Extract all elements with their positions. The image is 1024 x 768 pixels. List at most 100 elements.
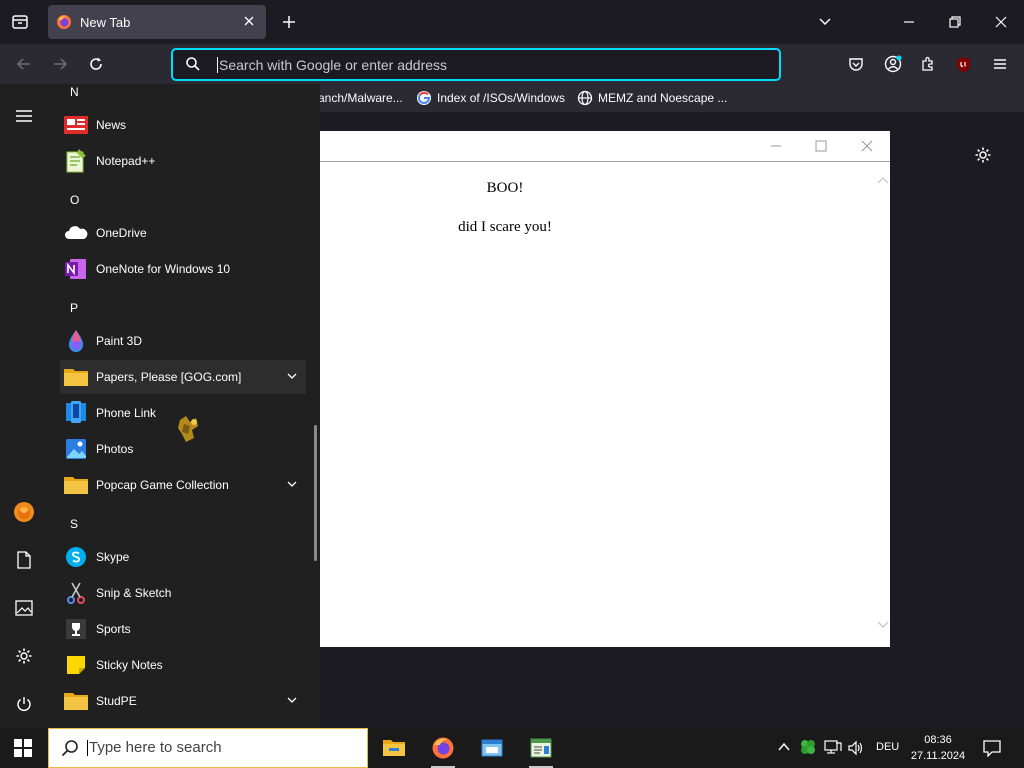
scroll-up-icon[interactable]	[877, 176, 889, 186]
app-label: Popcap Game Collection	[96, 478, 229, 492]
app-label: Phone Link	[96, 406, 157, 420]
search-icon	[61, 739, 79, 757]
network-icon[interactable]	[824, 739, 842, 755]
gear-icon[interactable]	[974, 146, 992, 164]
power-icon[interactable]	[12, 692, 36, 716]
user-avatar[interactable]	[12, 500, 36, 524]
app-snip-sketch[interactable]: Snip & Sketch	[60, 576, 306, 610]
scare-text: did I scare you!	[458, 219, 552, 235]
taskbar-file-explorer[interactable]	[372, 728, 416, 768]
hamburger-menu-icon[interactable]	[992, 56, 1008, 72]
windows-start-icon[interactable]	[14, 739, 32, 757]
app-label: OneDrive	[96, 226, 147, 240]
taskbar-notepad-window[interactable]	[519, 728, 563, 768]
chevron-down-icon[interactable]	[286, 694, 298, 706]
photos-icon	[64, 437, 88, 461]
popup-body: BOO! did I scare you!	[300, 162, 875, 647]
forward-arrow-icon[interactable]	[52, 56, 68, 72]
app-label: OneNote for Windows 10	[96, 262, 231, 276]
snip-sketch-scissors-icon	[64, 581, 88, 605]
google-icon	[416, 90, 432, 106]
taskbar-search-input[interactable]: Type here to search	[87, 740, 222, 756]
start-menu: N O P S News Notepad++ OneDrive OneNote …	[0, 84, 320, 728]
chevron-down-icon[interactable]	[286, 478, 298, 490]
scroll-down-icon[interactable]	[877, 619, 889, 629]
close-tab-icon[interactable]	[242, 14, 256, 28]
pocket-icon[interactable]	[848, 56, 864, 72]
tray-app-icon[interactable]	[800, 739, 816, 755]
notifications-icon[interactable]	[983, 739, 1001, 757]
settings-gear-icon[interactable]	[12, 644, 36, 668]
news-icon	[64, 113, 88, 137]
close-window-icon[interactable]	[994, 15, 1008, 29]
list-tabs-chevron-icon[interactable]	[818, 15, 832, 29]
reload-icon[interactable]	[88, 56, 104, 72]
onedrive-cloud-icon	[64, 221, 88, 245]
onenote-icon	[64, 257, 88, 281]
app-sports[interactable]: Sports	[60, 612, 306, 646]
app-label: Snip & Sketch	[96, 586, 172, 600]
folder-icon	[64, 689, 88, 713]
bookmark-item[interactable]: MEMZ and Noescape ...	[577, 84, 727, 112]
url-input[interactable]: Search with Google or enter address	[217, 57, 447, 73]
app-label: Skype	[96, 550, 130, 564]
new-tab-plus-icon[interactable]	[281, 14, 297, 30]
letter-header-s[interactable]: S	[70, 517, 78, 531]
firefox-logo-icon	[431, 736, 455, 760]
app-paint-3d[interactable]: Paint 3D	[60, 324, 306, 358]
firefox-view-icon[interactable]	[10, 12, 30, 32]
notepad-window-icon	[530, 738, 552, 758]
trophy-icon	[64, 617, 88, 641]
letter-header-o[interactable]: O	[70, 193, 79, 207]
bookmark-label: ranch/Malware...	[314, 91, 403, 105]
app-sticky-notes[interactable]: Sticky Notes	[60, 648, 306, 682]
letter-header-p[interactable]: P	[70, 301, 78, 315]
skype-icon	[64, 545, 88, 569]
clock-date: 27.11.2024	[910, 750, 966, 762]
app-onenote[interactable]: OneNote for Windows 10	[60, 252, 306, 286]
popup-scrollbar[interactable]	[875, 162, 890, 647]
app-folder-papers-please[interactable]: Papers, Please [GOG.com]	[60, 360, 306, 394]
app-skype[interactable]: Skype	[60, 540, 306, 574]
minimize-window-icon[interactable]	[902, 15, 916, 29]
search-icon	[185, 56, 201, 72]
app-folder-studpe[interactable]: StudPE	[60, 684, 306, 718]
app-notepad-plus-plus[interactable]: Notepad++	[60, 144, 306, 178]
bookmark-item[interactable]: Index of /ISOs/Windows	[416, 84, 565, 112]
pictures-icon[interactable]	[12, 596, 36, 620]
taskbar-firefox[interactable]	[421, 728, 465, 768]
popup-title-bar[interactable]	[300, 131, 890, 162]
input-language[interactable]: DEU	[876, 741, 899, 753]
restore-window-icon[interactable]	[948, 15, 962, 29]
ublock-origin-icon[interactable]	[955, 56, 972, 73]
url-bar[interactable]: Search with Google or enter address	[172, 49, 780, 80]
browser-tab-bar: New Tab	[0, 0, 1024, 44]
folder-icon	[64, 365, 88, 389]
account-icon[interactable]	[884, 55, 902, 73]
app-onedrive[interactable]: OneDrive	[60, 216, 306, 250]
tab-new-tab[interactable]: New Tab	[48, 5, 266, 39]
volume-speaker-icon[interactable]	[848, 740, 864, 756]
documents-icon[interactable]	[12, 548, 36, 572]
extensions-puzzle-icon[interactable]	[920, 56, 936, 72]
taskbar-app-window[interactable]	[470, 728, 514, 768]
app-label: News	[96, 118, 127, 132]
chevron-down-icon[interactable]	[286, 370, 298, 382]
letter-header-n[interactable]: N	[70, 85, 79, 99]
app-folder-popcap[interactable]: Popcap Game Collection	[60, 468, 306, 502]
bookmark-label: MEMZ and Noescape ...	[598, 91, 728, 105]
popup-close-icon[interactable]	[857, 136, 877, 156]
taskbar-search-box[interactable]: Type here to search	[48, 728, 368, 768]
bookmark-item[interactable]: ranch/Malware...	[314, 84, 403, 112]
back-arrow-icon[interactable]	[16, 56, 32, 72]
show-hidden-icons-chevron-icon[interactable]	[777, 741, 791, 753]
notepad-plus-plus-icon	[64, 149, 88, 173]
app-label: Sticky Notes	[96, 658, 163, 672]
popup-maximize-icon[interactable]	[811, 136, 831, 156]
taskbar-clock[interactable]: 08:36 27.11.2024	[906, 732, 970, 764]
start-menu-scrollbar[interactable]	[314, 425, 317, 561]
app-news[interactable]: News	[60, 108, 306, 142]
app-label: Paint 3D	[96, 334, 143, 348]
start-menu-expand-icon[interactable]	[12, 104, 36, 128]
popup-minimize-icon[interactable]	[766, 136, 786, 156]
